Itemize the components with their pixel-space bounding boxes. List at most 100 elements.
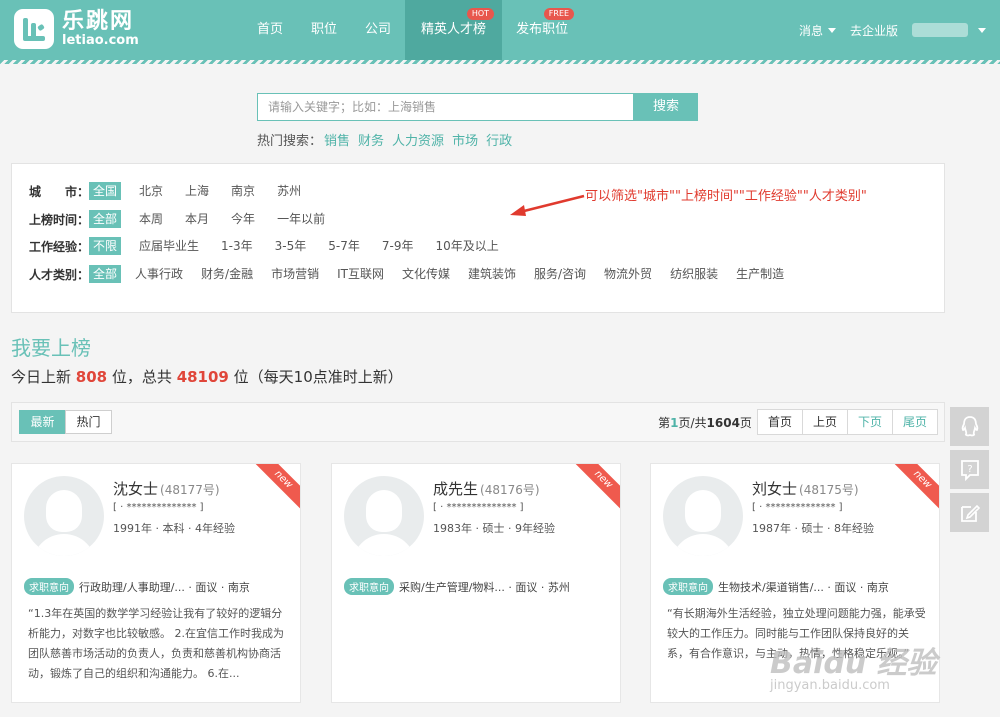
filter-option[interactable]: IT互联网 [333, 265, 388, 283]
prev-page-button[interactable]: 上页 [801, 409, 848, 435]
hot-search-item[interactable]: 人力资源 [392, 130, 444, 149]
next-page-button[interactable]: 下页 [846, 409, 893, 435]
hot-search-item[interactable]: 销售 [324, 130, 350, 149]
filter-option[interactable]: 10年及以上 [431, 237, 502, 255]
chevron-down-icon [978, 27, 986, 33]
candidate-contact: [ · ************** ] [433, 502, 524, 513]
candidate-contact: [ · ************** ] [113, 502, 204, 513]
tab-latest[interactable]: 最新 [19, 410, 66, 434]
filter-option[interactable]: 生产制造 [732, 265, 788, 283]
candidate-name[interactable]: 刘女士 [752, 480, 797, 498]
logo-domain: letiao.com [62, 33, 139, 48]
candidate-name[interactable]: 成先生 [433, 480, 478, 498]
annotation-arrow-icon [510, 194, 585, 216]
filter-option[interactable]: 北京 [135, 182, 167, 200]
filter-label: 人才类别： [29, 267, 90, 282]
intent-tag: 求职意向 [344, 578, 394, 595]
filter-label: 上榜时间： [29, 212, 90, 227]
search-bar: 请输入关键字；比如：上海销售 搜索 [257, 93, 698, 121]
nav-post-job[interactable]: 发布职位 FREE [502, 0, 582, 60]
nav-home[interactable]: 首页 [243, 0, 297, 60]
filter-time: 上榜时间： 全部 本周 本月 今年 一年以前 [29, 209, 329, 229]
search-input[interactable]: 请输入关键字；比如：上海销售 [257, 93, 634, 121]
candidate-name[interactable]: 沈女士 [113, 480, 158, 498]
filter-option[interactable]: 1-3年 [217, 237, 257, 255]
candidate-number: (48177号) [160, 483, 220, 497]
avatar [24, 476, 104, 556]
intent-text: 生物技术/渠道销售/... · 面议 · 南京 [718, 580, 889, 594]
nav-jobs[interactable]: 职位 [297, 0, 351, 60]
user-menu[interactable] [912, 23, 986, 37]
last-page-button[interactable]: 尾页 [891, 409, 938, 435]
filter-option[interactable]: 文化传媒 [398, 265, 454, 283]
avatar [344, 476, 424, 556]
nav-elite-talent[interactable]: 精英人才榜 HOT [405, 0, 503, 60]
hot-search: 热门搜索： 销售 财务 人力资源 市场 行政 [257, 130, 512, 149]
filter-option[interactable]: 市场营销 [267, 265, 323, 283]
candidate-number: (48176号) [480, 483, 540, 497]
first-page-button[interactable]: 首页 [756, 409, 803, 435]
filter-option[interactable]: 7-9年 [378, 237, 418, 255]
svg-text:?: ? [967, 464, 972, 475]
pagination: 第1页/共1604页 首页 上页 下页 尾页 [658, 409, 938, 435]
filter-option[interactable]: 全国 [89, 182, 122, 200]
avatar [663, 476, 743, 556]
nav-companies[interactable]: 公司 [351, 0, 405, 60]
intent-text: 采购/生产管理/物料... · 面议 · 苏州 [399, 580, 570, 594]
tab-hot[interactable]: 热门 [65, 410, 112, 434]
stats-line: 今日上新 808 位，总共 48109 位（每天10点准时上新） [11, 368, 403, 386]
search-button[interactable]: 搜索 [634, 93, 698, 121]
hot-search-item[interactable]: 市场 [452, 130, 478, 149]
talent-card[interactable]: new 成先生 (48176号) [ · ************** ] 198… [331, 463, 621, 703]
new-ribbon: new [572, 464, 620, 511]
top-header: 乐跳网 letiao.com 首页 职位 公司 精英人才榜 HOT 发布职位 F… [0, 0, 1000, 64]
new-ribbon: new [891, 464, 939, 511]
main-nav: 首页 职位 公司 精英人才榜 HOT 发布职位 FREE [243, 0, 582, 60]
filter-option[interactable]: 全部 [89, 210, 122, 228]
section-title: 我要上榜 [11, 336, 91, 360]
today-new-count: 808 [75, 368, 108, 386]
filter-option[interactable]: 纺织服装 [666, 265, 722, 283]
annotation-text: 可以筛选"城市""上榜时间""工作经验""人才类别" [585, 189, 867, 204]
talent-card[interactable]: new 沈女士 (48177号) [ · ************** ] 199… [11, 463, 301, 703]
filter-option[interactable]: 人事行政 [131, 265, 187, 283]
filter-option[interactable]: 应届毕业生 [135, 237, 203, 255]
chevron-down-icon [827, 27, 836, 33]
intent-tag: 求职意向 [24, 578, 74, 595]
filter-option[interactable]: 本周 [135, 210, 167, 228]
filter-option[interactable]: 服务/咨询 [530, 265, 590, 283]
filter-option[interactable]: 建筑装饰 [464, 265, 520, 283]
filter-option[interactable]: 3-5年 [271, 237, 311, 255]
hot-badge: HOT [466, 8, 495, 20]
qq-icon[interactable] [950, 407, 989, 446]
candidate-number: (48175号) [799, 483, 859, 497]
filter-option[interactable]: 一年以前 [273, 210, 329, 228]
logo-mark-icon [14, 9, 54, 49]
filter-option[interactable]: 本月 [181, 210, 213, 228]
filter-option[interactable]: 上海 [181, 182, 213, 200]
intent-text: 行政助理/人事助理/... · 面议 · 南京 [79, 580, 250, 594]
filter-option[interactable]: 不限 [89, 237, 122, 255]
candidate-info: 1991年 · 本科 · 4年经验 [113, 522, 235, 535]
filter-option[interactable]: 财务/金融 [197, 265, 257, 283]
filter-option[interactable]: 今年 [227, 210, 259, 228]
candidate-info: 1983年 · 硕士 · 9年经验 [433, 522, 555, 535]
site-logo[interactable]: 乐跳网 letiao.com [14, 9, 139, 49]
enterprise-link[interactable]: 去企业版 [850, 22, 898, 39]
list-toolbar: 最新 热门 第1页/共1604页 首页 上页 下页 尾页 [11, 402, 945, 442]
page-info: 第1页/共1604页 [658, 415, 752, 430]
free-badge: FREE [543, 8, 575, 20]
filter-city: 城 市： 全国 北京 上海 南京 苏州 [29, 181, 305, 201]
hot-search-item[interactable]: 行政 [486, 130, 512, 149]
edit-icon[interactable] [950, 493, 989, 532]
help-icon[interactable]: ? [950, 450, 989, 489]
filter-label: 工作经验： [29, 239, 90, 254]
hot-search-item[interactable]: 财务 [358, 130, 384, 149]
filter-option[interactable]: 5-7年 [324, 237, 364, 255]
messages-menu[interactable]: 消息 [799, 22, 836, 39]
filter-option[interactable]: 南京 [227, 182, 259, 200]
filter-experience: 工作经验： 不限 应届毕业生 1-3年 3-5年 5-7年 7-9年 10年及以… [29, 236, 503, 256]
filter-option[interactable]: 全部 [89, 265, 122, 283]
filter-option[interactable]: 物流外贸 [600, 265, 656, 283]
filter-option[interactable]: 苏州 [273, 182, 305, 200]
